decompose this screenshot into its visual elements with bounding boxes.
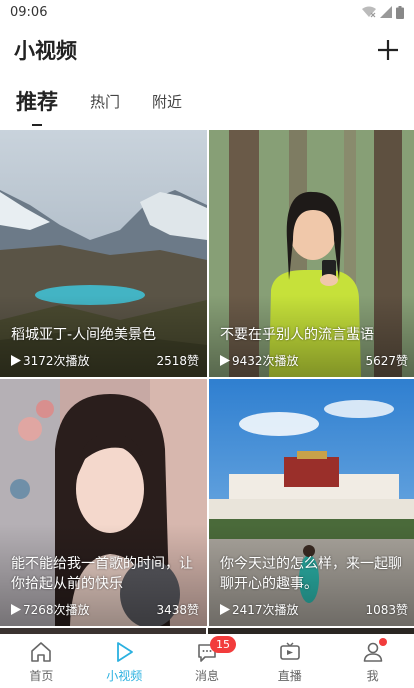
nav-short-video[interactable]: 小视频 [83,634,166,688]
play-icon [11,355,21,366]
like-count: 5627赞 [365,354,408,368]
tab-bar: 推荐 热门 附近 [0,76,414,130]
nav-messages[interactable]: 消息 15 [166,634,249,688]
status-icons [362,5,404,19]
video-title: 你今天过的怎么样，来一起聊聊开心的趣事。 [220,556,402,592]
play-icon [220,355,230,366]
live-camera-icon [279,642,300,660]
status-time: 09:06 [10,4,48,20]
like-count: 2518赞 [156,354,199,368]
play-count-text: 9432次播放 [232,354,299,368]
nav-messages-label: 消息 [194,669,219,683]
nav-profile-label: 我 [366,669,379,683]
video-meta: 7268次播放 3438赞 [11,601,199,618]
video-info: 稻城亚丁-人间绝美景色 3172次播放 2518赞 [0,295,207,377]
home-icon [31,642,52,662]
video-card[interactable]: 能不能给我一首歌的时间，让你拾起从前的快乐 7268次播放 3438赞 [0,379,207,626]
nav-live-label: 直播 [277,669,302,683]
signal-icon [380,6,392,18]
video-card[interactable]: 稻城亚丁-人间绝美景色 3172次播放 2518赞 [0,130,207,377]
video-title: 能不能给我一首歌的时间，让你拾起从前的快乐 [11,556,193,592]
battery-icon [396,5,404,19]
video-title: 不要在乎别人的流言蜚语 [220,327,374,343]
play-count: 3172次播放 [11,352,90,369]
video-info: 能不能给我一首歌的时间，让你拾起从前的快乐 7268次播放 3438赞 [0,524,207,626]
play-count: 9432次播放 [220,352,299,369]
play-count-text: 7268次播放 [23,603,90,617]
tab-nearby[interactable]: 附近 [152,91,182,130]
play-outline-icon [117,642,134,662]
play-count: 2417次播放 [220,601,299,618]
play-icon [220,604,230,615]
video-info: 你今天过的怎么样，来一起聊聊开心的趣事。 2417次播放 1083赞 [209,524,414,626]
wifi-off-icon [362,6,376,18]
play-count: 7268次播放 [11,601,90,618]
video-meta: 2417次播放 1083赞 [220,601,408,618]
like-count: 1083赞 [365,603,408,617]
bottom-nav: 首页 小视频 消息 15 直播 我 [0,634,414,688]
tab-recommend[interactable]: 推荐 [16,86,58,130]
video-info: 不要在乎别人的流言蜚语 9432次播放 5627赞 [209,295,414,377]
nav-home[interactable]: 首页 [0,634,83,688]
video-meta: 9432次播放 5627赞 [220,352,408,369]
like-count: 3438赞 [156,603,199,617]
page-title: 小视频 [14,39,77,63]
tab-hot[interactable]: 热门 [90,91,120,130]
nav-profile[interactable]: 我 [331,634,414,688]
unread-badge: 15 [209,636,236,653]
add-icon[interactable] [376,38,400,62]
notification-dot [378,638,387,646]
video-card[interactable]: 不要在乎别人的流言蜚语 9432次播放 5627赞 [209,130,414,377]
play-icon [11,604,21,615]
video-grid: 稻城亚丁-人间绝美景色 3172次播放 2518赞 不要在乎别人的流言蜚语 94… [0,130,414,626]
nav-home-label: 首页 [29,669,54,683]
play-count-text: 2417次播放 [232,603,299,617]
nav-live[interactable]: 直播 [248,634,331,688]
video-card[interactable]: 你今天过的怎么样，来一起聊聊开心的趣事。 2417次播放 1083赞 [209,379,414,626]
nav-short-video-label: 小视频 [106,669,143,683]
video-title: 稻城亚丁-人间绝美景色 [11,327,157,343]
play-count-text: 3172次播放 [23,354,90,368]
video-meta: 3172次播放 2518赞 [11,352,199,369]
header: 小视频 [0,24,414,76]
status-bar: 09:06 [0,0,414,24]
